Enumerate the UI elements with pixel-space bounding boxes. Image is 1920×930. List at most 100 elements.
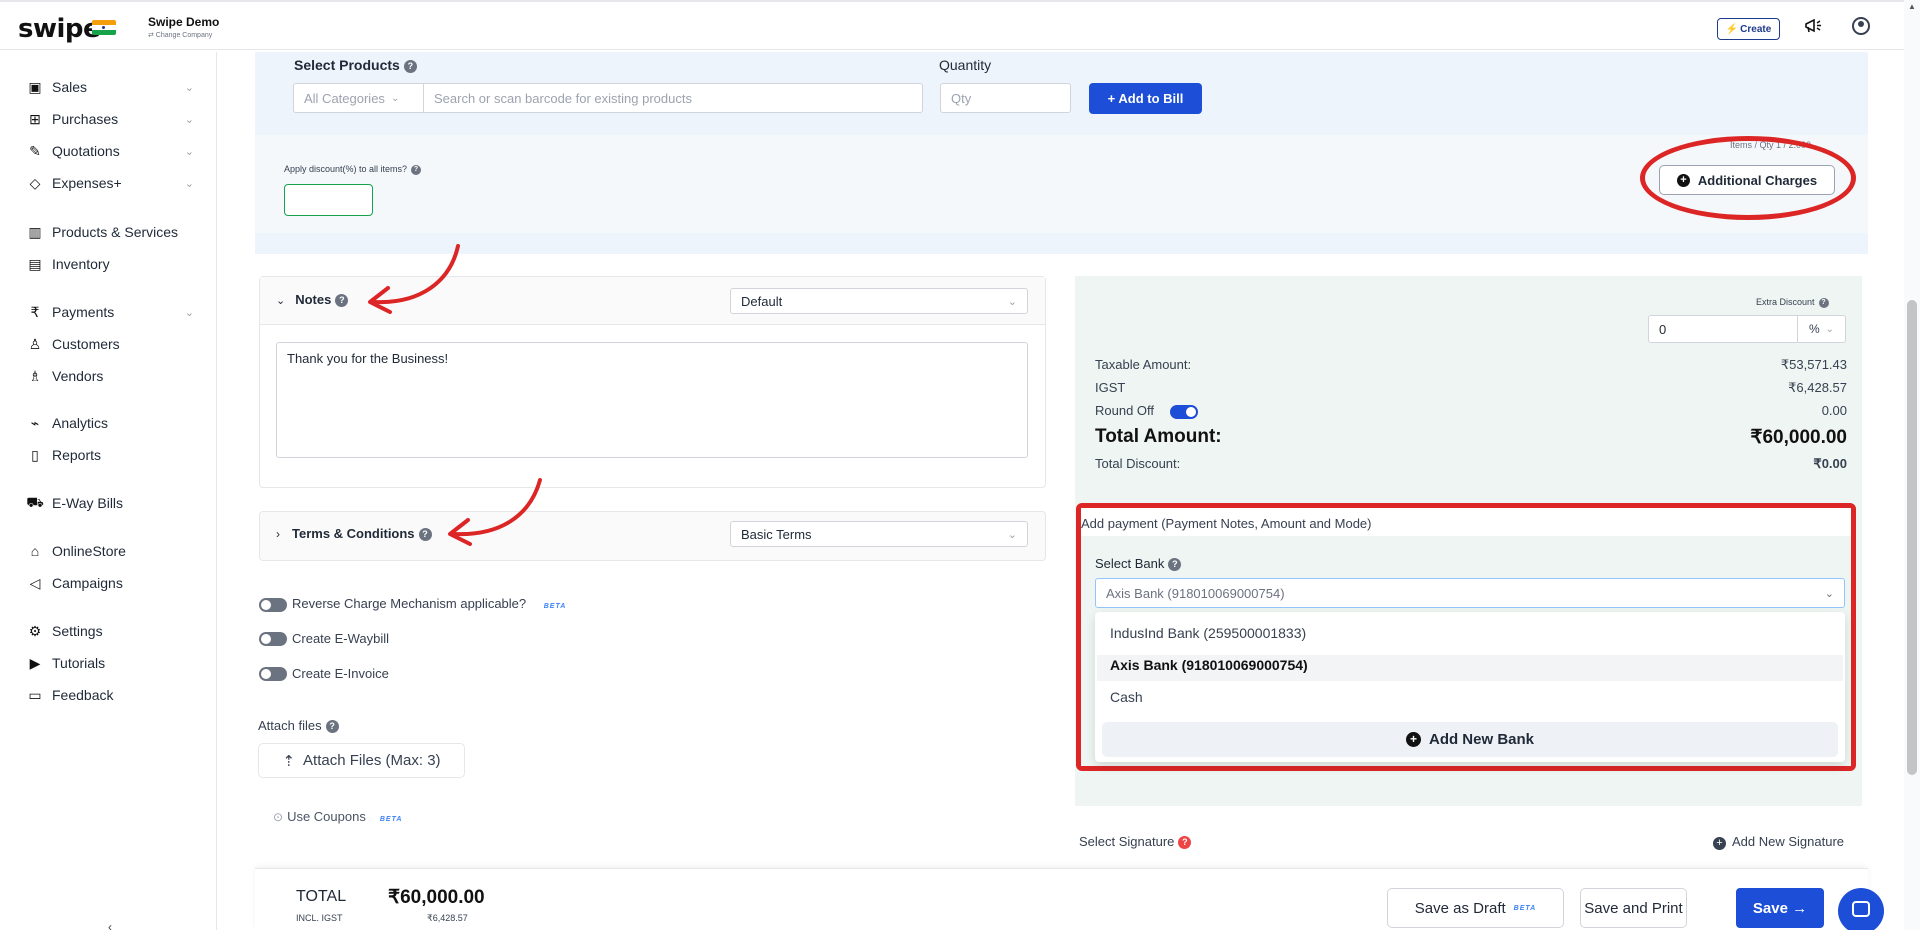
save-print-button[interactable]: Save and Print <box>1580 888 1687 928</box>
gear-icon: ⚙ <box>28 622 42 639</box>
collapse-sidebar-icon[interactable]: ‹ <box>108 920 112 930</box>
account-icon[interactable] <box>1852 17 1870 35</box>
help-icon[interactable]: ? <box>1818 297 1829 308</box>
total-row: Total Amount: ₹60,000.00 <box>1095 426 1847 448</box>
help-icon[interactable]: ? <box>411 164 422 175</box>
plus-circle-icon: + <box>1405 732 1421 747</box>
scrollbar-thumb[interactable] <box>1907 300 1917 775</box>
sidebar-item-label: Feedback <box>52 687 114 703</box>
sidebar-item-onlinestore[interactable]: ⌂ OnlineStore <box>26 540 194 562</box>
discount-input[interactable] <box>284 184 373 216</box>
notes-template-select[interactable]: Default ⌄ <box>730 288 1028 314</box>
chat-support-icon[interactable] <box>1838 888 1884 930</box>
help-icon[interactable]: ? <box>1178 836 1192 850</box>
add-new-bank-label: Add New Bank <box>1428 731 1534 748</box>
notes-template-value: Default <box>741 293 783 309</box>
sidebar-item-vendors[interactable]: ♗ Vendors <box>26 365 194 387</box>
extra-discount-label: Extra Discount <box>1756 297 1815 307</box>
igst-row: IGST ₹6,428.57 <box>1095 380 1847 395</box>
save-button[interactable]: Save → <box>1736 888 1824 928</box>
help-icon[interactable]: ? <box>1168 558 1182 572</box>
save-draft-button[interactable]: Save as Draft BETA <box>1387 888 1564 928</box>
chevron-down-icon: ⌄ <box>1825 323 1835 335</box>
add-new-signature-link[interactable]: + Add New Signature <box>1713 834 1844 850</box>
reverse-charge-row: Reverse Charge Mechanism applicable? BET… <box>292 596 566 611</box>
bank-option-selected[interactable]: Axis Bank (918010069000754) <box>1110 657 1308 673</box>
sidebar-item-label: Campaigns <box>52 575 123 591</box>
eway-toggle[interactable] <box>259 632 287 646</box>
sidebar-item-inventory[interactable]: ▤ Inventory <box>26 253 194 275</box>
sidebar-item-reports[interactable]: ▯ Reports <box>26 444 194 466</box>
announcements-icon[interactable] <box>1803 17 1823 40</box>
create-button[interactable]: ⚡ Create <box>1717 18 1780 40</box>
product-search-input[interactable]: Search or scan barcode for existing prod… <box>423 83 923 113</box>
sidebar-item-label: Settings <box>52 623 103 639</box>
sidebar-item-settings[interactable]: ⚙ Settings <box>26 620 194 642</box>
terms-template-select[interactable]: Basic Terms ⌄ <box>730 521 1028 547</box>
use-coupons-link[interactable]: ⊙ Use Coupons BETA <box>273 809 402 824</box>
signature-heading: Select Signature? <box>1079 834 1192 850</box>
users-icon: ♗ <box>28 367 42 384</box>
reverse-charge-toggle[interactable] <box>259 598 287 612</box>
scroll-up-arrow-icon[interactable]: ▲ <box>1908 2 1916 11</box>
video-icon: ▶ <box>29 654 41 671</box>
notes-textarea[interactable]: Thank you for the Business! <box>276 342 1028 458</box>
chevron-down-icon: ⌄ <box>184 81 194 94</box>
sidebar-item-e-way-bills[interactable]: ⛟ E-Way Bills <box>26 492 194 514</box>
change-company-link[interactable]: ⇄ Change Company <box>148 31 212 39</box>
help-icon[interactable]: ? <box>325 720 339 734</box>
extra-discount-input[interactable]: 0 <box>1648 315 1798 343</box>
sidebar-item-label: Inventory <box>52 256 110 272</box>
terms-label: Terms & Conditions <box>292 526 415 541</box>
attach-files-button[interactable]: ⇡ Attach Files (Max: 3) <box>258 743 465 778</box>
chevron-down-icon: ⌄ <box>184 145 194 158</box>
add-to-bill-button[interactable]: + Add to Bill <box>1089 83 1202 114</box>
sidebar-item-tutorials[interactable]: ▶ Tutorials <box>26 652 194 674</box>
discount-unit-select[interactable]: % ⌄ <box>1798 315 1846 343</box>
bank-select[interactable]: Axis Bank (918010069000754) ⌄ <box>1095 578 1845 608</box>
select-bank-label: Select Bank <box>1095 556 1165 571</box>
sidebar-item-quotations[interactable]: ✎ Quotations ⌄ <box>26 140 194 162</box>
payment-heading: Add payment (Payment Notes, Amount and M… <box>1081 516 1372 531</box>
sidebar-item-label: Quotations <box>52 143 120 159</box>
bank-option-cash[interactable]: Cash <box>1110 689 1143 705</box>
help-icon[interactable]: ? <box>403 59 417 73</box>
sidebar-item-sales[interactable]: ▣ Sales ⌄ <box>26 76 194 98</box>
cart-icon: ⊞ <box>29 110 41 127</box>
sidebar-item-campaigns[interactable]: ◁ Campaigns <box>26 572 194 594</box>
attach-files-label: Attach files <box>258 718 322 733</box>
chart-icon: ⌁ <box>30 414 40 431</box>
annotation-arrow <box>368 244 460 314</box>
help-icon[interactable]: ? <box>335 294 349 308</box>
sidebar-item-label: Vendors <box>52 368 104 384</box>
add-new-bank-button[interactable]: + Add New Bank <box>1102 722 1838 757</box>
sidebar-item-label: Products & Services <box>52 224 179 240</box>
upload-icon: ⇡ <box>282 752 296 770</box>
category-select[interactable]: All Categories ⌄ <box>293 83 423 113</box>
swipe-logo[interactable]: swipe <box>18 14 101 44</box>
sidebar-item-analytics[interactable]: ⌁ Analytics <box>26 412 194 434</box>
sidebar-item-customers[interactable]: ♙ Customers <box>26 333 194 355</box>
igst-value: ₹6,428.57 <box>1788 380 1847 395</box>
truck-icon: ⛟ <box>26 493 44 510</box>
sidebar-item-purchases[interactable]: ⊞ Purchases ⌄ <box>26 108 194 130</box>
roundoff-toggle[interactable] <box>1170 405 1198 419</box>
bank-option[interactable]: IndusInd Bank (259500001833) <box>1110 625 1306 641</box>
chevron-right-icon: › <box>276 527 280 541</box>
terms-title[interactable]: › Terms & Conditions? <box>276 526 432 542</box>
attach-files-heading: Attach files? <box>258 718 339 734</box>
create-label: Create <box>1740 23 1772 35</box>
top-bar: swipe Swipe Demo ⇄ Change Company ⚡ Creat… <box>0 0 1920 50</box>
help-icon[interactable]: ? <box>418 528 432 542</box>
sidebar-item-expenses[interactable]: ◇ Expenses+ ⌄ <box>26 172 194 194</box>
einvoice-toggle[interactable] <box>259 667 287 681</box>
sidebar-item-products-services[interactable]: ▥ Products & Services <box>26 221 194 243</box>
sidebar-item-payments[interactable]: ₹ Payments ⌄ <box>26 301 194 323</box>
sidebar-item-feedback[interactable]: ▭ Feedback <box>26 684 194 706</box>
footer-total-value: ₹60,000.00 <box>388 887 485 908</box>
notes-title[interactable]: ⌄ Notes? <box>276 292 349 308</box>
sidebar-item-label: Customers <box>52 336 120 352</box>
inventory-icon: ▤ <box>28 255 42 272</box>
chevron-down-icon: ⌄ <box>184 306 194 319</box>
qty-input[interactable]: Qty <box>940 83 1071 113</box>
